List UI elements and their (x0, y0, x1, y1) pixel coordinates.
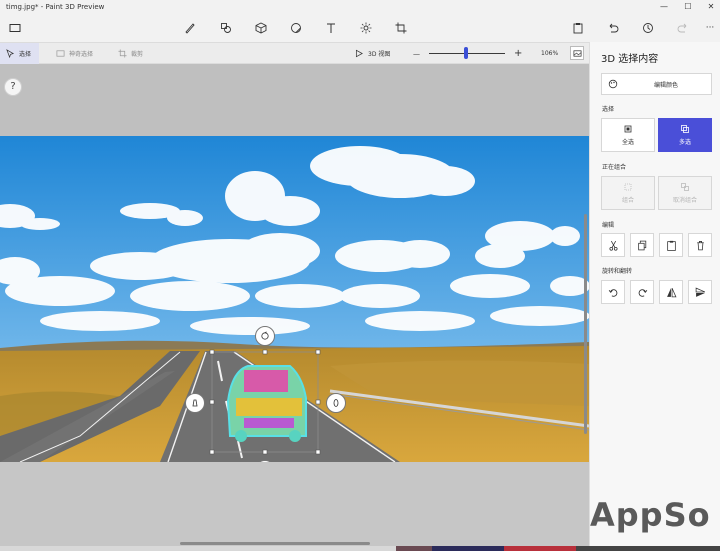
rotate-icon (261, 331, 269, 340)
effects-icon[interactable] (358, 20, 374, 36)
cursor-icon (6, 49, 15, 58)
zoom-out-button[interactable]: — (413, 43, 420, 64)
flip-horizontal-button[interactable] (659, 280, 683, 304)
menu-icon[interactable] (7, 20, 23, 36)
magic-select-icon (56, 50, 65, 57)
taskbar-strip (0, 546, 720, 551)
canvas-area[interactable]: ? (0, 64, 589, 551)
select-all-icon (624, 125, 632, 133)
copy-button[interactable] (630, 233, 654, 257)
undo-icon[interactable] (605, 20, 621, 36)
rotate-right-icon (638, 288, 647, 297)
delete-icon (696, 240, 704, 250)
ungroup-button[interactable]: 取消组合 (658, 176, 712, 210)
select-label: 选择 (19, 51, 32, 58)
maximize-button[interactable]: ☐ (677, 0, 699, 14)
rotate-left-button[interactable] (601, 280, 625, 304)
copy-icon (637, 240, 646, 250)
group-icon (624, 183, 632, 191)
zoom-in-button[interactable]: + (514, 43, 522, 64)
magic-select-button[interactable]: 神奇选择 (56, 43, 93, 64)
paste-icon (666, 240, 676, 251)
selection-bar: 选择 神奇选择 裁剪 3D 视图 — + 106% (0, 42, 589, 64)
push-back-handle[interactable] (185, 393, 205, 413)
panel-title: 3D 选择内容 (601, 54, 659, 65)
cut-button[interactable] (601, 233, 625, 257)
view-3d-button[interactable]: 3D 视图 (355, 43, 390, 64)
rotate-z-handle[interactable] (255, 326, 275, 346)
select-all-label: 全选 (621, 139, 634, 146)
delete-button[interactable] (688, 233, 712, 257)
landscape-image (0, 136, 589, 462)
rotate-left-icon (608, 288, 617, 297)
rotate-y-handle[interactable] (326, 393, 346, 413)
group-section-label: 正在组合 (602, 164, 627, 171)
crop-button[interactable]: 裁剪 (118, 43, 143, 64)
edit-color-button[interactable]: 编辑颜色 (601, 73, 712, 95)
paste-button[interactable] (659, 233, 683, 257)
close-button[interactable]: ✕ (700, 0, 720, 14)
flip-vertical-button[interactable] (688, 280, 712, 304)
paste-icon[interactable] (570, 20, 586, 36)
ungroup-label: 取消组合 (672, 197, 697, 204)
ungroup-icon (681, 183, 689, 191)
redo-icon[interactable] (675, 20, 691, 36)
history-icon[interactable] (640, 20, 656, 36)
minimize-button[interactable]: — (653, 0, 675, 14)
brush-icon[interactable] (182, 20, 198, 36)
selected-car[interactable] (226, 365, 307, 442)
title-bar: timg.jpg* - Paint 3D Preview — ☐ ✕ (0, 0, 720, 14)
view-3d-label: 3D 视图 (368, 51, 391, 58)
image-view-toggle[interactable] (570, 46, 584, 60)
edit-color-label: 编辑颜色 (654, 81, 679, 89)
crop-small-icon (118, 49, 127, 58)
group-label: 组合 (621, 197, 634, 204)
side-panel: 3D 选择内容 编辑颜色 选择 全选 多选 正在组合 组合 取消组合 编辑 旋转… (589, 42, 720, 551)
appso-watermark: AppSo (590, 496, 711, 534)
image-icon (573, 49, 581, 57)
canvas-bottom-area (0, 462, 589, 551)
select-all-button[interactable]: 全选 (601, 118, 655, 152)
edit-section-label: 编辑 (602, 222, 615, 229)
rotate-y-icon (333, 399, 339, 407)
group-button[interactable]: 组合 (601, 176, 655, 210)
3d-objects-icon[interactable] (253, 20, 269, 36)
multi-select-icon (681, 125, 689, 133)
crop-label: 裁剪 (131, 51, 144, 58)
stickers-icon[interactable] (288, 20, 304, 36)
rotate-right-button[interactable] (630, 280, 654, 304)
photo-canvas[interactable] (0, 136, 589, 462)
rotate-section-label: 旋转和翻转 (602, 268, 633, 275)
crop-icon[interactable] (393, 20, 409, 36)
2d-shapes-icon[interactable] (218, 20, 234, 36)
select-tool-button[interactable]: 选择 (0, 43, 40, 64)
window-title: timg.jpg* - Paint 3D Preview (6, 3, 105, 11)
view-3d-icon (355, 49, 363, 58)
help-button[interactable]: ? (4, 78, 22, 96)
cut-icon (608, 240, 618, 251)
depth-icon (192, 399, 198, 407)
text-icon[interactable] (323, 20, 339, 36)
select-section-label: 选择 (602, 106, 615, 113)
palette-icon (608, 79, 618, 89)
vertical-scrollbar[interactable] (584, 214, 587, 434)
more-icon[interactable]: ··· (702, 20, 718, 36)
flip-horizontal-icon (666, 287, 676, 297)
flip-vertical-icon (695, 287, 705, 297)
horizontal-scrollbar[interactable] (180, 542, 370, 545)
main-toolbar: ··· (0, 14, 720, 42)
zoom-percent: 106% (541, 50, 559, 57)
multi-select-label: 多选 (678, 139, 691, 146)
magic-select-label: 神奇选择 (69, 51, 94, 58)
multi-select-button[interactable]: 多选 (658, 118, 712, 152)
zoom-slider-thumb[interactable] (464, 47, 469, 59)
